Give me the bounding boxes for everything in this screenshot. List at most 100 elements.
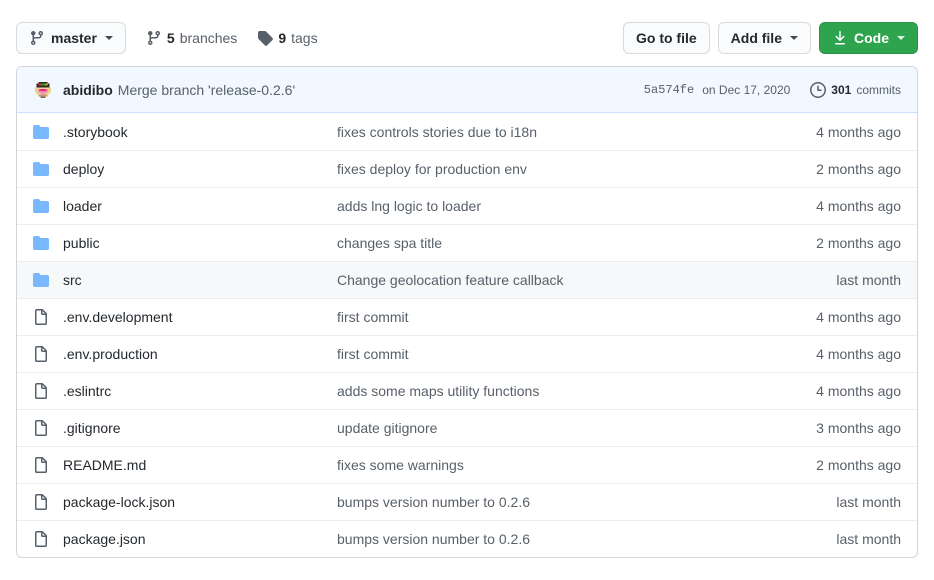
commit-date: on Dec 17, 2020 [702, 83, 790, 97]
commit-age-cell: 4 months ago [771, 198, 901, 214]
table-row[interactable]: README.md fixes some warnings2 months ago [17, 446, 917, 483]
avatar[interactable] [33, 80, 53, 100]
table-row[interactable]: .storybook fixes controls stories due to … [17, 113, 917, 150]
commit-message-cell[interactable]: fixes some warnings [337, 457, 771, 473]
table-row[interactable]: src Change geolocation feature callbackla… [17, 261, 917, 298]
folder-icon [33, 124, 63, 140]
commit-age-cell: 2 months ago [771, 161, 901, 177]
commit-age-cell: 2 months ago [771, 457, 901, 473]
commit-message-cell[interactable]: Change geolocation feature callback [337, 272, 771, 288]
file-name-link[interactable]: .env.development [63, 309, 172, 325]
file-name-link[interactable]: .storybook [63, 124, 128, 140]
commits-count-link[interactable]: 301 commits [810, 82, 901, 98]
file-name[interactable]: public [63, 235, 337, 251]
file-name[interactable]: package.json [63, 531, 337, 547]
git-branch-icon [146, 30, 162, 46]
repository-files-page: master 5 branches 9 tag [0, 0, 934, 580]
commits-label: commits [856, 83, 901, 97]
commit-message-cell[interactable]: fixes deploy for production env [337, 161, 771, 177]
go-to-file-button[interactable]: Go to file [623, 22, 710, 54]
file-name[interactable]: .storybook [63, 124, 337, 140]
commit-meta: 5a574fe on Dec 17, 2020 301 commits [644, 82, 901, 98]
branches-count: 5 [167, 30, 175, 46]
git-branch-icon [29, 30, 45, 46]
commit-message-cell[interactable]: bumps version number to 0.2.6 [337, 531, 771, 547]
branches-link[interactable]: 5 branches [146, 30, 237, 46]
file-name[interactable]: .eslintrc [63, 383, 337, 399]
file-name[interactable]: README.md [63, 457, 337, 473]
file-name-link[interactable]: package.json [63, 531, 146, 547]
commit-message-cell[interactable]: changes spa title [337, 235, 771, 251]
commit-age-cell: last month [771, 494, 901, 510]
commit-message-cell[interactable]: fixes controls stories due to i18n [337, 124, 771, 140]
commit-age-cell: 3 months ago [771, 420, 901, 436]
add-file-label: Add file [731, 30, 782, 46]
file-name-link[interactable]: README.md [63, 457, 146, 473]
tag-icon [257, 30, 273, 46]
file-name[interactable]: deploy [63, 161, 337, 177]
tags-count: 9 [278, 30, 286, 46]
commit-age-cell: last month [771, 531, 901, 547]
chevron-down-icon [790, 36, 798, 40]
file-name-link[interactable]: package-lock.json [63, 494, 175, 510]
table-row[interactable]: .env.development first commit4 months ago [17, 298, 917, 335]
file-name-link[interactable]: .gitignore [63, 420, 121, 436]
file-name-link[interactable]: .eslintrc [63, 383, 111, 399]
file-icon [33, 457, 63, 473]
commits-count: 301 [831, 83, 851, 97]
file-name[interactable]: src [63, 272, 337, 288]
table-row[interactable]: package-lock.json bumps version number to… [17, 483, 917, 520]
code-button-label: Code [854, 30, 889, 46]
commit-message-cell[interactable]: update gitignore [337, 420, 771, 436]
commit-message-cell[interactable]: adds some maps utility functions [337, 383, 771, 399]
folder-icon [33, 198, 63, 214]
branch-selector-label: master [51, 30, 97, 46]
table-row[interactable]: deploy fixes deploy for production env2 m… [17, 150, 917, 187]
file-name[interactable]: .gitignore [63, 420, 337, 436]
file-name-link[interactable]: public [63, 235, 100, 251]
file-icon [33, 531, 63, 547]
table-row[interactable]: .gitignore update gitignore3 months ago [17, 409, 917, 446]
file-name-link[interactable]: .env.production [63, 346, 158, 362]
table-row[interactable]: public changes spa title2 months ago [17, 224, 917, 261]
latest-commit-header: abidibo Merge branch 'release-0.2.6' 5a5… [17, 67, 917, 113]
toolbar-left-group: master 5 branches 9 tag [16, 22, 318, 54]
tags-link[interactable]: 9 tags [257, 30, 317, 46]
file-icon [33, 494, 63, 510]
file-name[interactable]: package-lock.json [63, 494, 337, 510]
folder-icon [33, 161, 63, 177]
chevron-down-icon [105, 36, 113, 40]
tags-label: tags [291, 30, 317, 46]
table-row[interactable]: .eslintrc adds some maps utility function… [17, 372, 917, 409]
commit-message-cell[interactable]: first commit [337, 346, 771, 362]
folder-icon [33, 235, 63, 251]
file-name[interactable]: .env.production [63, 346, 337, 362]
file-name-link[interactable]: deploy [63, 161, 104, 177]
add-file-button[interactable]: Add file [718, 22, 811, 54]
file-name-link[interactable]: loader [63, 198, 102, 214]
commit-message[interactable]: Merge branch 'release-0.2.6' [118, 82, 295, 98]
commit-sha[interactable]: 5a574fe [644, 83, 694, 97]
commit-message-cell[interactable]: first commit [337, 309, 771, 325]
commit-age-cell: 4 months ago [771, 309, 901, 325]
commit-age-cell: 2 months ago [771, 235, 901, 251]
file-name[interactable]: .env.development [63, 309, 337, 325]
table-row[interactable]: package.json bumps version number to 0.2.… [17, 520, 917, 557]
file-name-link[interactable]: src [63, 272, 82, 288]
file-name[interactable]: loader [63, 198, 337, 214]
code-button[interactable]: Code [819, 22, 918, 54]
branch-selector-button[interactable]: master [16, 22, 126, 54]
commit-author[interactable]: abidibo [63, 82, 113, 98]
table-row[interactable]: .env.productionfirst commit4 months ago [17, 335, 917, 372]
commit-age-cell: last month [771, 272, 901, 288]
commit-age-cell: 4 months ago [771, 383, 901, 399]
file-icon [33, 309, 63, 325]
file-listing-box: abidibo Merge branch 'release-0.2.6' 5a5… [16, 66, 918, 558]
table-row[interactable]: loader adds lng logic to loader4 months a… [17, 187, 917, 224]
branches-label: branches [180, 30, 238, 46]
commit-message-cell[interactable]: adds lng logic to loader [337, 198, 771, 214]
toolbar-right-group: Go to file Add file Code [623, 22, 918, 54]
go-to-file-label: Go to file [636, 30, 697, 46]
commit-message-cell[interactable]: bumps version number to 0.2.6 [337, 494, 771, 510]
file-icon [33, 383, 63, 399]
